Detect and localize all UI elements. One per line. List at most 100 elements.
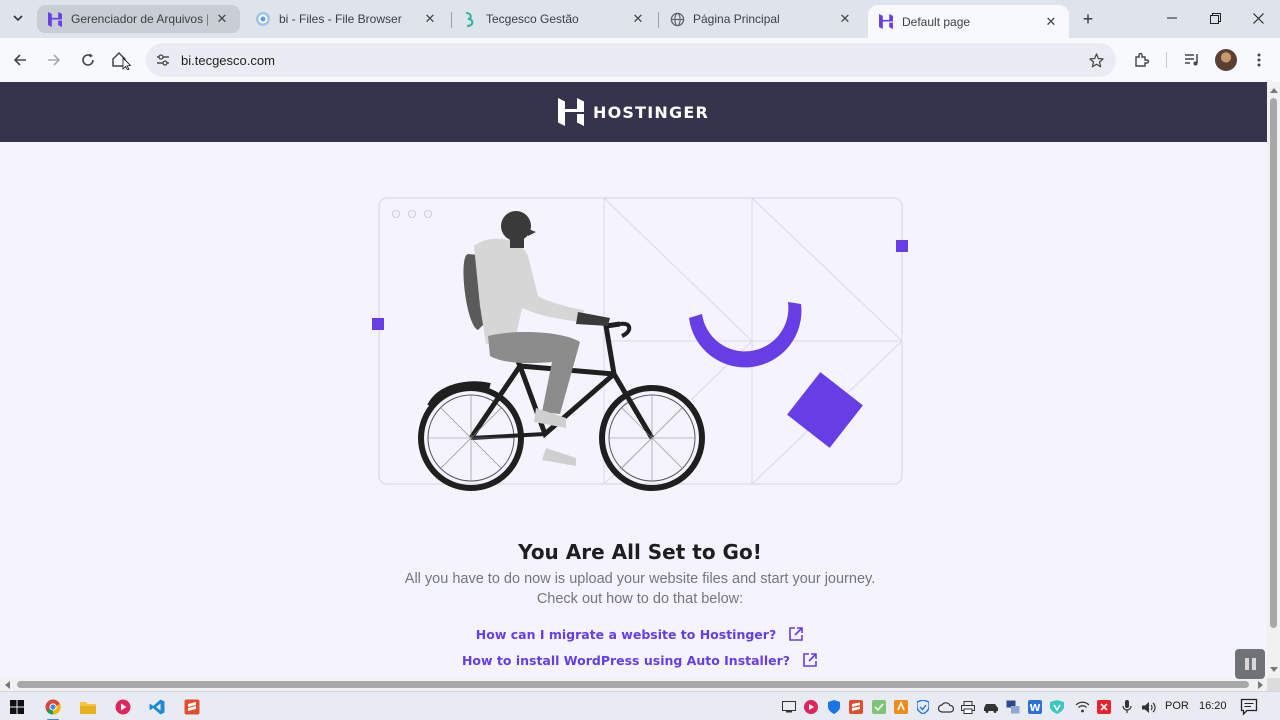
back-button[interactable] bbox=[6, 46, 34, 74]
arrow-left-icon bbox=[13, 54, 26, 66]
pause-icon-bar bbox=[1244, 658, 1249, 670]
taskbar-vscode[interactable] bbox=[147, 697, 167, 717]
install-wordpress-link[interactable]: How to install WordPress using Auto Inst… bbox=[0, 652, 1267, 668]
hostinger-icon bbox=[47, 11, 63, 27]
tray-cloud-icon[interactable] bbox=[938, 699, 954, 715]
tray-vpn-icon[interactable] bbox=[1049, 699, 1065, 715]
filebrowser-icon bbox=[255, 11, 271, 27]
tab-file-browser[interactable]: bi - Files - File Browser ✕ bbox=[245, 4, 448, 34]
clock-time[interactable]: 16:20 bbox=[1199, 700, 1227, 712]
tab-strip: Gerenciador de Arquivos | H ✕ bi - Files… bbox=[0, 0, 1280, 38]
chrome-icon bbox=[45, 699, 61, 715]
pause-recording-button[interactable] bbox=[1235, 649, 1265, 679]
close-icon[interactable]: ✕ bbox=[837, 11, 853, 27]
close-window-button[interactable] bbox=[1237, 0, 1279, 36]
restore-icon bbox=[1209, 12, 1221, 24]
forward-button[interactable] bbox=[40, 46, 68, 74]
migrate-website-link[interactable]: How can I migrate a website to Hostinger… bbox=[0, 626, 1267, 642]
vertical-scroll-thumb[interactable] bbox=[1270, 98, 1277, 628]
site-info-icon[interactable] bbox=[150, 47, 176, 73]
horizontal-scrollbar[interactable] bbox=[0, 678, 1267, 691]
tab-title: Default page bbox=[902, 14, 971, 29]
media-control-button[interactable] bbox=[1178, 46, 1206, 74]
link-label[interactable]: How can I migrate a website to Hostinger… bbox=[476, 627, 776, 642]
close-icon bbox=[1252, 12, 1264, 24]
close-icon[interactable]: ✕ bbox=[630, 11, 646, 27]
vertical-scrollbar[interactable] bbox=[1267, 82, 1280, 678]
hostinger-logo-icon bbox=[558, 98, 585, 126]
tab-tecgesco-gestao[interactable]: Tecgesco Gestão ✕ bbox=[452, 4, 656, 34]
chrome-menu-button[interactable] bbox=[1245, 46, 1273, 74]
close-icon[interactable]: ✕ bbox=[1043, 14, 1059, 30]
tray-alert-icon[interactable] bbox=[1096, 699, 1112, 715]
tray-network-pc-icon[interactable] bbox=[1005, 699, 1021, 715]
scroll-down-arrow[interactable] bbox=[1270, 667, 1278, 672]
folder-icon bbox=[80, 702, 96, 714]
new-tab-button[interactable]: + bbox=[1078, 9, 1098, 29]
scrollbar-corner bbox=[1267, 678, 1280, 691]
browser-toolbar: bi.tecgesco.com bbox=[0, 38, 1280, 82]
tab-default-page[interactable]: Default page ✕ bbox=[868, 5, 1069, 38]
tray-word-icon[interactable]: W bbox=[1027, 699, 1043, 715]
windows-taskbar: W POR 16:20 bbox=[0, 691, 1280, 720]
scroll-left-arrow[interactable] bbox=[5, 681, 10, 689]
tab-title: bi - Files - File Browser bbox=[279, 12, 402, 26]
reload-button[interactable] bbox=[74, 46, 102, 74]
taskbar-media-app[interactable] bbox=[113, 697, 133, 717]
tray-printer-icon[interactable] bbox=[960, 699, 976, 715]
home-button[interactable] bbox=[108, 46, 136, 74]
profile-avatar[interactable] bbox=[1215, 49, 1237, 71]
hostinger-icon bbox=[878, 14, 894, 30]
wifi-icon[interactable] bbox=[1074, 699, 1090, 715]
tab-title: Gerenciador de Arquivos | H bbox=[71, 12, 208, 26]
notification-icon bbox=[1240, 698, 1258, 716]
tray-sync-icon[interactable] bbox=[871, 699, 887, 715]
tab-pagina-principal[interactable]: Página Principal ✕ bbox=[659, 4, 863, 34]
microphone-icon[interactable] bbox=[1119, 699, 1135, 715]
url-text[interactable]: bi.tecgesco.com bbox=[181, 53, 275, 68]
scroll-up-arrow[interactable] bbox=[1270, 88, 1278, 93]
tray-shield-icon[interactable] bbox=[826, 699, 842, 715]
bookmark-star-icon[interactable] bbox=[1086, 50, 1106, 70]
reload-icon bbox=[82, 53, 94, 66]
close-icon[interactable]: ✕ bbox=[422, 11, 438, 27]
hostinger-header: HOSTINGER bbox=[0, 82, 1267, 142]
more-vertical-icon bbox=[1257, 53, 1261, 67]
start-button[interactable] bbox=[7, 697, 27, 717]
tray-security-icon[interactable] bbox=[915, 699, 931, 715]
restore-button[interactable] bbox=[1194, 0, 1236, 36]
tray-media-icon[interactable] bbox=[803, 699, 819, 715]
input-language-indicator[interactable]: POR bbox=[1165, 700, 1189, 712]
tecgesco-icon bbox=[462, 11, 478, 27]
taskbar-chrome[interactable] bbox=[43, 697, 63, 720]
taskbar-file-explorer[interactable] bbox=[78, 697, 98, 717]
volume-icon[interactable] bbox=[1141, 699, 1157, 715]
address-bar[interactable]: bi.tecgesco.com bbox=[146, 43, 1116, 77]
tab-search-button[interactable] bbox=[7, 7, 29, 29]
taskbar-sublime[interactable] bbox=[182, 697, 202, 717]
link-label[interactable]: How to install WordPress using Auto Inst… bbox=[462, 653, 790, 668]
page-viewport: HOSTINGER You Are All Set to Go! All you… bbox=[0, 82, 1267, 678]
media-queue-icon bbox=[1185, 54, 1198, 66]
tray-car-icon[interactable] bbox=[983, 699, 999, 715]
tray-sublime-icon[interactable] bbox=[848, 699, 864, 715]
scroll-right-arrow[interactable] bbox=[1258, 681, 1263, 689]
subtext-line-2: Check out how to do that below: bbox=[536, 591, 744, 607]
minimize-button[interactable] bbox=[1151, 0, 1193, 36]
hostinger-logo[interactable]: HOSTINGER bbox=[558, 98, 709, 126]
close-icon[interactable]: ✕ bbox=[214, 11, 230, 27]
globe-icon bbox=[669, 11, 685, 27]
sublime-text-icon bbox=[184, 699, 200, 715]
extensions-button[interactable] bbox=[1128, 46, 1156, 74]
puzzle-icon bbox=[1135, 52, 1150, 67]
page-subtext: All you have to do now is upload your we… bbox=[0, 569, 1267, 609]
tray-app-icon-1[interactable] bbox=[781, 699, 797, 715]
notification-center-button[interactable] bbox=[1240, 698, 1258, 716]
play-circle-icon bbox=[115, 699, 131, 715]
tab-gerenciador-de-arquivos[interactable]: Gerenciador de Arquivos | H ✕ bbox=[37, 5, 240, 33]
vscode-icon bbox=[149, 699, 165, 715]
svg-text:W: W bbox=[1029, 703, 1040, 714]
tray-orange-app-icon[interactable] bbox=[893, 699, 909, 715]
horizontal-scroll-thumb[interactable] bbox=[17, 681, 1249, 688]
plus-icon: + bbox=[1082, 8, 1094, 29]
